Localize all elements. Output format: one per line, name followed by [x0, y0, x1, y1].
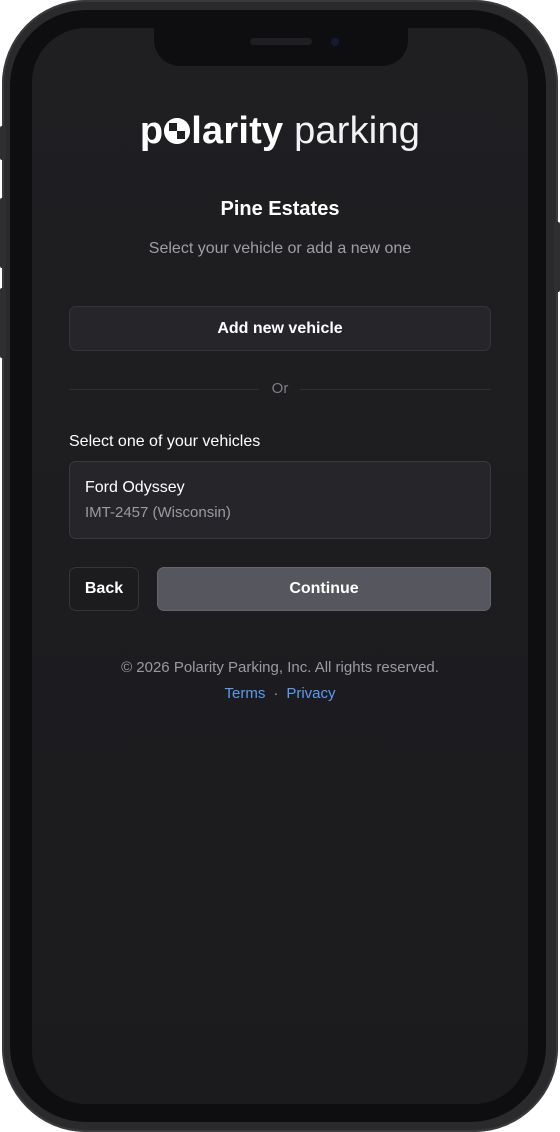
add-vehicle-button[interactable]: Add new vehicle — [69, 306, 491, 351]
vehicles-section-label: Select one of your vehicles — [69, 433, 261, 450]
brand-logo-start: p — [139, 110, 164, 152]
divider-line-right — [300, 389, 491, 390]
vehicle-plate: IMT-2457 (Wisconsin) — [85, 504, 231, 521]
brand-logo-parking: parking — [294, 110, 421, 152]
vehicle-option-card[interactable]: Ford Odyssey IMT-2457 (Wisconsin) — [69, 461, 491, 539]
app-content: p larity parking Pine Estates Select you… — [0, 0, 560, 1132]
terms-link[interactable]: Terms — [224, 685, 265, 702]
footer-separator: · — [273, 685, 279, 702]
page-title: Pine Estates — [220, 198, 340, 220]
footer-links: Terms · Privacy — [0, 685, 560, 702]
back-button[interactable]: Back — [69, 567, 139, 611]
copyright-text: © 2026 Polarity Parking, Inc. All rights… — [121, 659, 439, 676]
brand-logo: p larity parking — [0, 108, 560, 154]
page-subtitle: Select your vehicle or add a new one — [148, 240, 412, 257]
brand-logo-end: larity — [191, 110, 284, 152]
checkered-circle-icon — [164, 118, 191, 144]
vehicle-name: Ford Odyssey — [85, 479, 185, 496]
continue-button[interactable]: Continue — [157, 567, 491, 611]
privacy-link[interactable]: Privacy — [286, 685, 335, 702]
